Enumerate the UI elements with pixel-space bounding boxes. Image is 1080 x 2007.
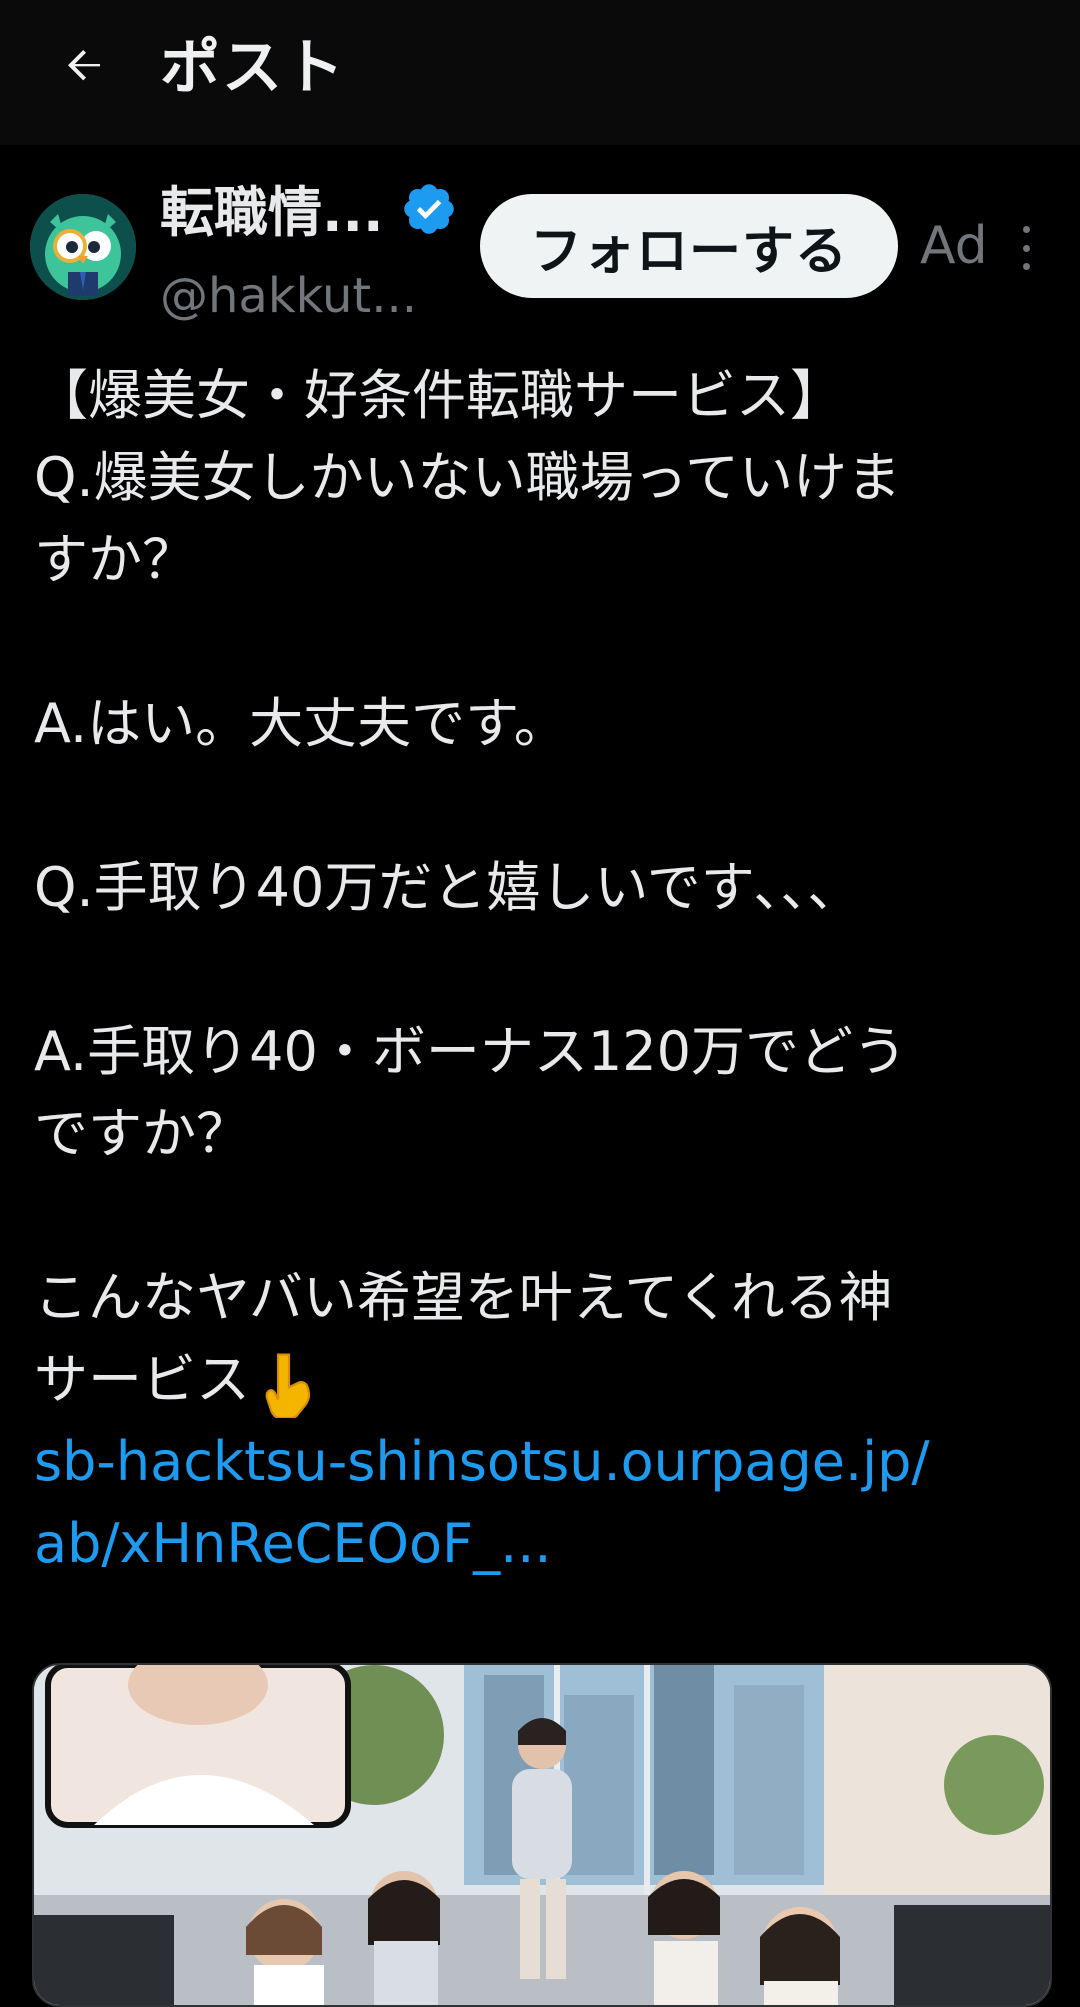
ad-link-line[interactable]: sb-hacktsu-shinsotsu.ourpage.jp/ <box>34 1421 1044 1503</box>
pointing-down-emoji-icon <box>265 1353 311 1419</box>
post-line: こんなヤバい希望を叶えてくれる神 <box>34 1266 893 1329</box>
verified-badge-icon <box>404 184 454 234</box>
post-line-text: サービス <box>34 1348 250 1411</box>
back-button[interactable] <box>56 38 112 94</box>
arrow-left-icon <box>68 50 100 81</box>
post-line: Q.爆美女しかいない職場っていけま <box>34 446 901 509</box>
more-vertical-icon[interactable] <box>1016 226 1036 270</box>
post-line-with-emoji: サービス <box>34 1339 1044 1421</box>
office-photo-image <box>34 1665 1050 2005</box>
ad-link-line[interactable]: ab/xHnReCEOoF_... <box>34 1503 1044 1585</box>
author-handle[interactable]: @hakkut... <box>160 264 417 328</box>
top-bar: ポスト <box>0 0 1080 145</box>
post-line: すか？ <box>34 528 196 591</box>
post-line: ですか？ <box>34 1102 250 1165</box>
post-line-blank <box>34 765 1044 847</box>
post-line: A.はい。大丈夫です。 <box>34 692 568 755</box>
post-line-blank <box>34 601 1044 683</box>
ad-label: Ad <box>920 216 988 276</box>
post-text: 【爆美女・好条件転職サービス】 Q.爆美女しかいない職場っていけま すか？ A.… <box>34 355 1044 1585</box>
author-name[interactable]: 転職情... <box>160 178 384 248</box>
owl-mascot-icon <box>30 194 136 300</box>
post-image[interactable] <box>32 1663 1052 2007</box>
post-line-blank <box>34 929 1044 1011</box>
post-line-blank <box>34 1175 1044 1257</box>
follow-button[interactable]: フォローする <box>480 194 898 298</box>
post-line: 【爆美女・好条件転職サービス】 <box>34 364 844 427</box>
page-title: ポスト <box>160 33 346 103</box>
post-line: A.手取り40・ボーナス120万でどう <box>34 1020 907 1083</box>
avatar[interactable] <box>30 194 136 300</box>
post-line: Q.手取り40万だと嬉しいです､､､ <box>34 856 836 919</box>
